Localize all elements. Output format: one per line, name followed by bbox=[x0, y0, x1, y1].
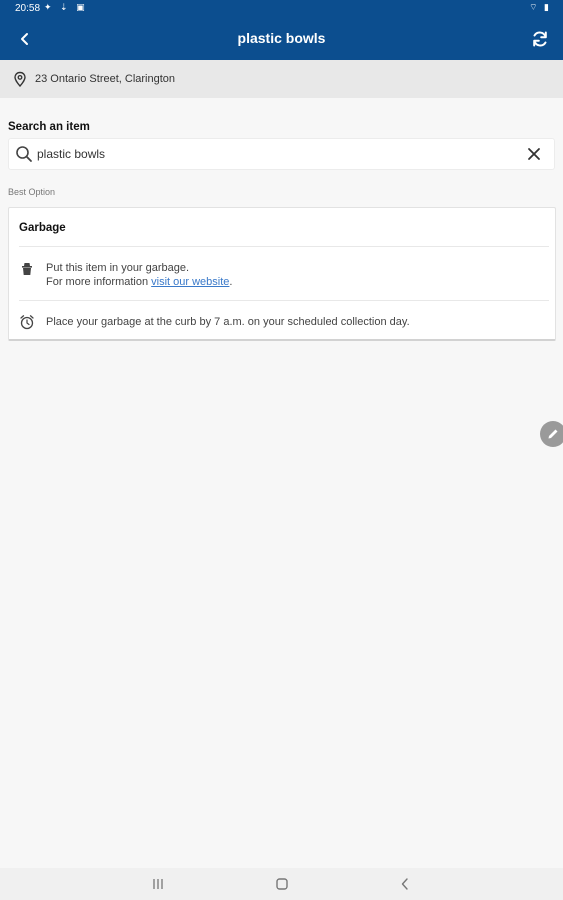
status-system-icons: ⌔ ▮ bbox=[529, 2, 551, 12]
alarm-clock-icon bbox=[19, 314, 35, 330]
search-icon bbox=[13, 143, 35, 165]
disposal-instruction: Put this item in your garbage. For more … bbox=[46, 261, 232, 289]
location-bar[interactable]: 23 Ontario Street, Clarington bbox=[0, 60, 563, 98]
recent-apps-button[interactable] bbox=[146, 874, 170, 894]
home-icon bbox=[276, 878, 288, 890]
instruction-suffix: . bbox=[229, 276, 233, 288]
status-bar: 20:58 ✦ ⇣ ▣ ⌔ ▮ bbox=[0, 0, 563, 18]
clear-search-button[interactable] bbox=[520, 140, 548, 168]
garbage-bin-icon bbox=[19, 261, 35, 277]
instruction-line-2: For more information visit our website. bbox=[46, 275, 232, 289]
system-nav-bar bbox=[0, 868, 563, 900]
back-nav-icon bbox=[401, 878, 408, 890]
result-card: Garbage Put this item in your garbage. F… bbox=[8, 207, 556, 341]
divider bbox=[19, 300, 549, 301]
page-title: plastic bowls bbox=[237, 30, 326, 46]
divider bbox=[19, 246, 549, 247]
refresh-button[interactable] bbox=[527, 26, 553, 52]
location-pin-icon bbox=[11, 70, 29, 88]
result-title: Garbage bbox=[19, 222, 66, 234]
close-icon bbox=[528, 148, 540, 160]
recent-apps-icon bbox=[153, 879, 163, 889]
instruction-line-1: Put this item in your garbage. bbox=[46, 262, 190, 274]
instruction-prefix: For more information bbox=[46, 276, 152, 288]
collection-schedule: Place your garbage at the curb by 7 a.m.… bbox=[46, 316, 410, 328]
home-button[interactable] bbox=[270, 874, 294, 894]
refresh-icon bbox=[533, 31, 547, 47]
system-back-button[interactable] bbox=[393, 874, 417, 894]
edit-button[interactable] bbox=[540, 421, 563, 447]
location-address: 23 Ontario Street, Clarington bbox=[35, 73, 176, 85]
pencil-icon bbox=[548, 429, 558, 439]
app-bar: 20:58 ✦ ⇣ ▣ ⌔ ▮ plastic bowls bbox=[0, 0, 563, 60]
status-time: 20:58 bbox=[15, 3, 41, 14]
status-notification-icons: ✦ ⇣ ▣ bbox=[44, 2, 88, 12]
search-box[interactable] bbox=[8, 138, 555, 170]
website-link[interactable]: visit our website bbox=[151, 276, 229, 288]
search-label: Search an item bbox=[8, 121, 90, 133]
best-option-label: Best Option bbox=[8, 187, 56, 197]
search-input[interactable] bbox=[37, 147, 520, 161]
